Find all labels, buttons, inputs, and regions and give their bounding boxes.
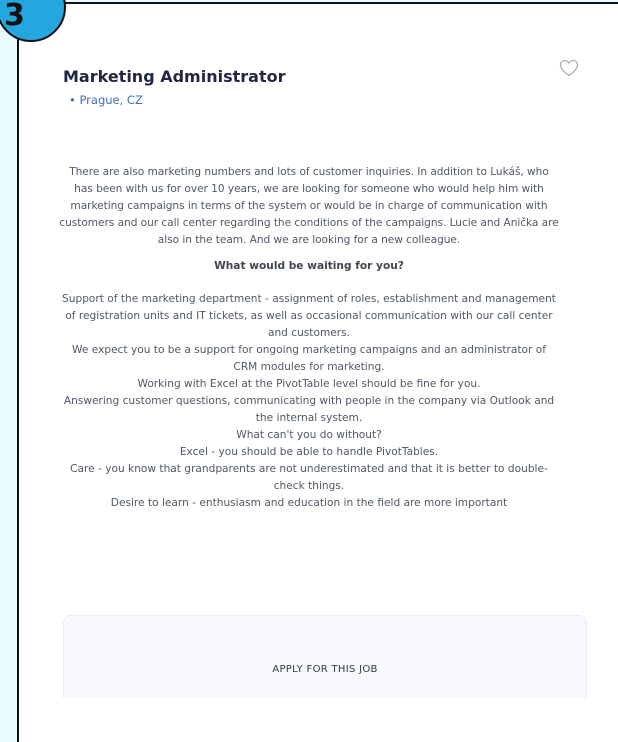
job-description: There are also marketing numbers and lot… bbox=[59, 164, 559, 512]
description-heading: What would be waiting for you? bbox=[214, 260, 404, 272]
description-intro: There are also marketing numbers and lot… bbox=[59, 166, 559, 246]
favorite-button[interactable] bbox=[559, 59, 579, 77]
page-bottom bbox=[19, 698, 618, 742]
description-line: Working with Excel at the PivotTable lev… bbox=[137, 378, 481, 390]
apply-button[interactable]: APPLY FOR THIS JOB bbox=[64, 656, 586, 682]
job-title: Marketing Administrator bbox=[63, 66, 286, 86]
description-line: Support of the marketing department - as… bbox=[62, 293, 556, 339]
description-line: Excel - you should be able to handle Piv… bbox=[179, 446, 439, 458]
step-number: 3 bbox=[4, 0, 25, 33]
description-line: Answering customer questions, communicat… bbox=[63, 395, 555, 424]
description-line: What can't you do without? bbox=[236, 429, 382, 441]
heart-outline-icon bbox=[559, 59, 579, 77]
description-line: Desire to learn - enthusiasm and educati… bbox=[110, 497, 508, 509]
job-detail-panel: Marketing Administrator • Prague, CZ The… bbox=[17, 2, 618, 742]
description-line: Care - you know that grandparents are no… bbox=[70, 463, 548, 492]
job-location: • Prague, CZ bbox=[69, 93, 143, 107]
description-line: We expect you to be a support for ongoin… bbox=[72, 344, 546, 373]
